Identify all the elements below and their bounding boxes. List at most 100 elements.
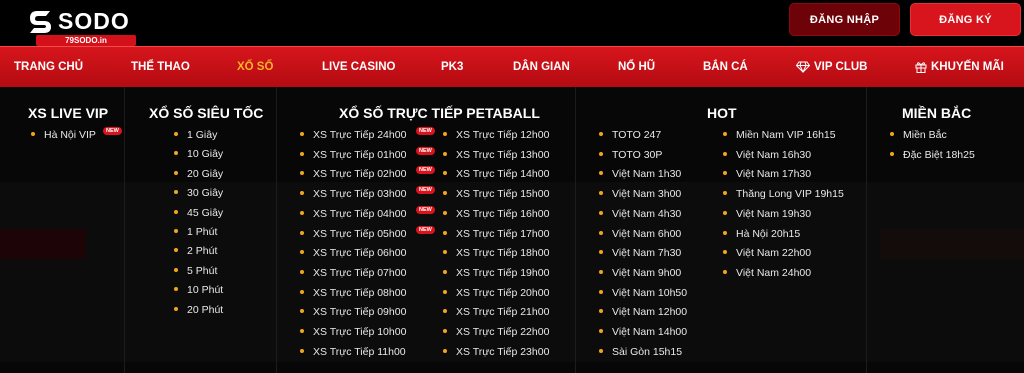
menu-item-label: XS Trực Tiếp 02h00 (313, 168, 407, 181)
menu-item[interactable]: XS Trực Tiếp 20h00 (443, 287, 549, 300)
menu-item[interactable]: XS Trực Tiếp 22h00 (443, 326, 549, 339)
bullet-dot (890, 151, 894, 156)
menu-item[interactable]: Thăng Long VIP 19h15 (723, 188, 844, 201)
bullet-dot (300, 348, 304, 353)
menu-item[interactable]: Việt Nam 10h50 (599, 287, 687, 300)
menu-item[interactable]: 10 Phút (174, 284, 223, 297)
backdrop-accent (880, 229, 1024, 259)
column-divider (124, 87, 125, 373)
menu-item[interactable]: XS Trực Tiếp 02h00 (300, 168, 406, 181)
menu-item[interactable]: Đặc Biệt 18h25 (890, 149, 975, 162)
menu-item[interactable]: TOTO 247 (599, 129, 661, 142)
nav-item-the-thao[interactable]: THỂ THAO (131, 47, 190, 87)
menu-item[interactable]: Việt Nam 4h30 (599, 208, 681, 221)
menu-item[interactable]: XS Trực Tiếp 18h00 (443, 247, 549, 260)
nav-item-vip-club[interactable]: VIP CLUB (795, 47, 868, 87)
bullet-dot (300, 210, 304, 215)
nav-item-xo-so[interactable]: XỔ SỐ (237, 47, 273, 87)
register-button[interactable]: ĐĂNG KÝ (910, 3, 1021, 36)
bullet-dot (599, 289, 603, 294)
menu-item[interactable]: XS Trực Tiếp 24h00 (300, 129, 406, 142)
column-title-petaball: XỔ SỐ TRỰC TIẾP PETABALL (339, 105, 540, 121)
menu-item[interactable]: XS Trực Tiếp 09h00 (300, 306, 406, 319)
nav-item-no-hu[interactable]: NỔ HŨ (618, 47, 655, 87)
menu-item-label: 10 Giây (187, 148, 224, 161)
menu-item[interactable]: XS Trực Tiếp 21h00 (443, 306, 549, 319)
menu-item[interactable]: XS Trực Tiếp 11h00 (300, 346, 406, 359)
menu-item[interactable]: XS Trực Tiếp 04h00 (300, 208, 406, 221)
column-title-mien-bac: MIỀN BẮC (902, 105, 972, 121)
site-logo[interactable]: SODO 79SODO.in (26, 6, 144, 46)
menu-item[interactable]: Việt Nam 17h30 (723, 168, 811, 181)
menu-item[interactable]: Việt Nam 7h30 (599, 247, 681, 260)
menu-item[interactable]: XS Trực Tiếp 10h00 (300, 326, 406, 339)
bullet-dot (599, 230, 603, 235)
menu-item[interactable]: 1 Phút (174, 226, 217, 239)
menu-item[interactable]: Việt Nam 9h00 (599, 267, 681, 280)
menu-item[interactable]: XS Trực Tiếp 12h00 (443, 129, 549, 142)
menu-item-label: Việt Nam 24h00 (736, 266, 812, 279)
menu-item[interactable]: Việt Nam 19h30 (723, 208, 811, 221)
menu-item-label: XS Trực Tiếp 11h00 (313, 345, 406, 358)
menu-item[interactable]: Việt Nam 22h00 (723, 247, 811, 260)
menu-item[interactable]: XS Trực Tiếp 05h00 (300, 228, 406, 241)
nav-item-trang-chu[interactable]: TRANG CHỦ (14, 47, 83, 87)
menu-item[interactable]: XS Trực Tiếp 03h00 (300, 188, 406, 201)
menu-item[interactable]: XS Trực Tiếp 13h00 (443, 149, 549, 162)
bullet-dot (599, 269, 603, 274)
menu-item[interactable]: XS Trực Tiếp 06h00 (300, 247, 406, 260)
menu-item[interactable]: 30 Giây (174, 187, 223, 200)
menu-item-label: XS Trực Tiếp 23h00 (456, 345, 550, 358)
xo-so-dropdown-menu: XS LIVE VIP Hà Nội VIP NEW XỔ SỐ SIÊU TỐ… (0, 87, 1024, 373)
menu-item[interactable]: 2 Phút (174, 245, 217, 258)
bullet-dot (443, 269, 447, 274)
menu-item[interactable]: Miền Nam VIP 16h15 (723, 129, 836, 142)
menu-item[interactable]: Việt Nam 16h30 (723, 149, 811, 162)
menu-item[interactable]: Việt Nam 24h00 (723, 267, 811, 280)
menu-item[interactable]: 20 Phút (174, 304, 223, 317)
menu-item-label: 10 Phút (187, 284, 224, 297)
menu-item-label: 2 Phút (187, 245, 218, 258)
menu-item[interactable]: XS Trực Tiếp 23h00 (443, 346, 549, 359)
logo-domain-badge: 79SODO.in (36, 35, 136, 46)
nav-item-live-casino[interactable]: LIVE CASINO (322, 47, 395, 87)
menu-item[interactable]: Hà Nội 20h15 (723, 228, 800, 241)
menu-item[interactable]: XS Trực Tiếp 08h00 (300, 287, 406, 300)
menu-item[interactable]: XS Trực Tiếp 14h00 (443, 168, 549, 181)
menu-item-label: Việt Nam 14h00 (612, 326, 688, 338)
menu-item[interactable]: Việt Nam 6h00 (599, 228, 681, 241)
nav-item-label: VIP CLUB (814, 61, 868, 73)
bullet-dot (723, 269, 727, 274)
menu-item[interactable]: XS Trực Tiếp 19h00 (443, 267, 549, 280)
nav-item-label: KHUYẾN MÃI (931, 61, 1004, 73)
bullet-dot (443, 348, 447, 353)
menu-item[interactable]: XS Trực Tiếp 15h00 (443, 188, 549, 201)
menu-item[interactable]: Miền Bắc (890, 129, 947, 142)
login-button[interactable]: ĐĂNG NHẬP (789, 3, 900, 36)
column-divider (575, 87, 576, 373)
menu-item[interactable]: Việt Nam 12h00 (599, 306, 687, 319)
menu-item[interactable]: XS Trực Tiếp 17h00 (443, 228, 549, 241)
menu-item[interactable]: Việt Nam 3h00 (599, 188, 681, 201)
column-title-xs-live-vip: XS LIVE VIP (28, 105, 109, 121)
menu-item[interactable]: 5 Phút (174, 265, 217, 278)
menu-item[interactable]: Việt Nam 1h30 (599, 168, 681, 181)
menu-item[interactable]: XS Trực Tiếp 07h00 (300, 267, 406, 280)
menu-item[interactable]: Việt Nam 14h00 (599, 326, 687, 339)
menu-item[interactable]: 20 Giây (174, 168, 223, 181)
bullet-dot (174, 151, 178, 156)
menu-item[interactable]: 45 Giây (174, 207, 223, 220)
nav-item-dan-gian[interactable]: DÂN GIAN (513, 47, 570, 87)
menu-item-label: 1 Phút (187, 226, 218, 238)
menu-item[interactable]: 10 Giây (174, 148, 223, 161)
menu-item-label: XS Trực Tiếp 04h00 (313, 207, 407, 220)
nav-item-pk3[interactable]: PK3 (441, 47, 463, 87)
menu-item[interactable]: XS Trực Tiếp 16h00 (443, 208, 549, 221)
menu-item[interactable]: Sài Gòn 15h15 (599, 346, 682, 359)
nav-item-khuyen-mai[interactable]: KHUYẾN MÃI (915, 47, 1004, 87)
menu-item-ha-noi-vip[interactable]: Hà Nội VIP (31, 129, 96, 142)
menu-item[interactable]: 1 Giây (174, 129, 217, 142)
menu-item[interactable]: XS Trực Tiếp 01h00 (300, 149, 406, 162)
menu-item[interactable]: TOTO 30P (599, 149, 662, 162)
nav-item-ban-ca[interactable]: BẮN CÁ (703, 47, 748, 87)
